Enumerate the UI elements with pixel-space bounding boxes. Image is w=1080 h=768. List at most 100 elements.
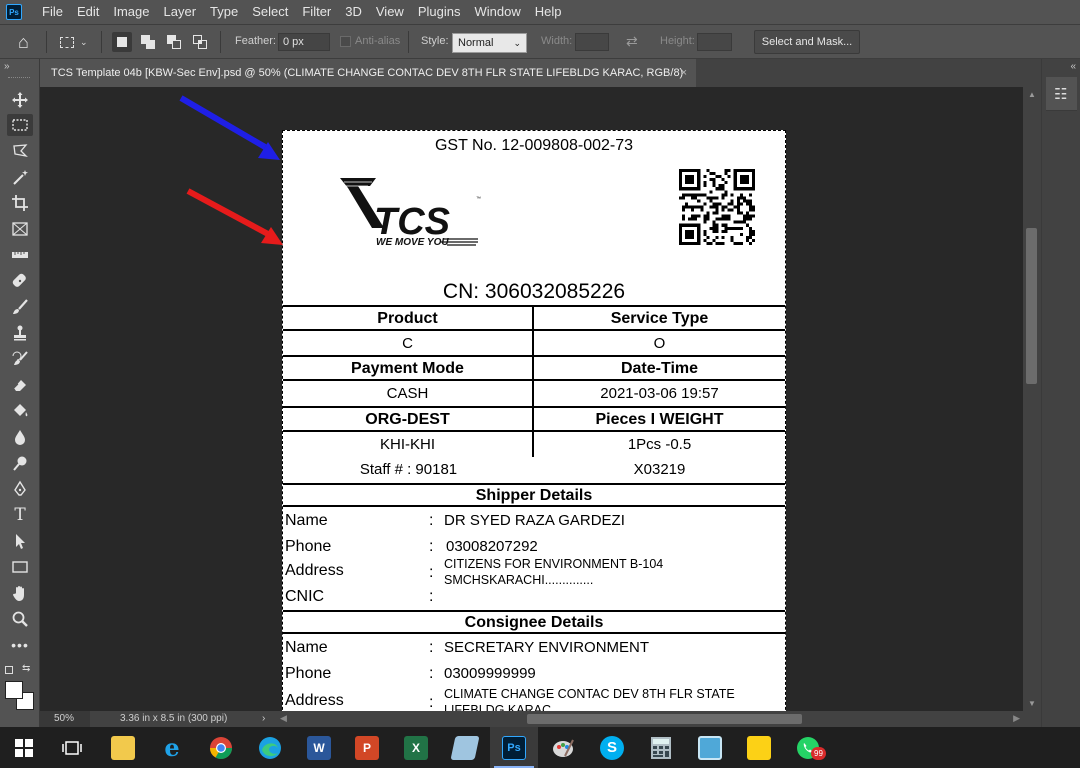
taskbar-file-explorer[interactable] [99,727,147,768]
menu-image[interactable]: Image [106,0,156,24]
horizontal-scroll-thumb[interactable] [527,714,802,724]
magic-wand-tool-icon[interactable] [7,166,33,188]
select-and-mask-button[interactable]: Select and Mask... [754,30,860,54]
file-explorer-icon [111,735,135,760]
lasso-tool-icon[interactable] [7,140,33,162]
tool-preset-picker[interactable]: ⌄ [60,33,94,51]
height-input[interactable] [697,33,732,51]
consignee-details-header: Consignee Details [283,610,785,634]
product-value: C [283,331,534,356]
frame-tool-icon[interactable] [7,218,33,240]
options-bar: ⌂ ⌄ Feather: 0 px Anti-alias Style: Norm… [0,24,1080,59]
start-button[interactable] [0,727,48,768]
payment-mode-header: Payment Mode [283,357,534,379]
taskbar-skype[interactable]: S [588,727,636,768]
taskbar-sticky-notes[interactable] [735,727,783,768]
document-tab[interactable]: TCS Template 04b [KBW-Sec Env].psd @ 50%… [40,59,696,87]
more-tools-icon[interactable]: ••• [7,634,33,656]
taskbar-internet-explorer[interactable]: e [148,727,196,768]
antialias-checkbox[interactable] [340,36,351,47]
new-selection-button[interactable] [112,32,132,52]
style-select[interactable]: Normal ⌄ [452,33,527,53]
expand-panels-icon[interactable]: « [1070,61,1076,72]
intersect-selection-button[interactable] [190,32,210,52]
taskbar-word[interactable]: W [295,727,343,768]
svg-text:™: ™ [476,196,481,202]
menu-select[interactable]: Select [245,0,295,24]
route-code: X03219 [633,461,686,478]
add-to-selection-button[interactable] [138,32,158,52]
taskbar-chrome[interactable] [197,727,245,768]
menu-type[interactable]: Type [203,0,245,24]
taskbar-photoshop[interactable]: Ps [490,727,538,768]
healing-brush-tool-icon[interactable] [7,270,33,292]
receipt-document[interactable]: GST No. 12-009808-002-73 TCS WE MOVE YOU… [282,130,786,711]
swap-colors-icon[interactable]: ⇆ [22,663,30,674]
width-input[interactable] [575,33,609,51]
windows-logo-icon [15,738,33,757]
vertical-scrollbar[interactable]: ▲ ▼ [1023,87,1041,711]
subtract-from-selection-button[interactable] [164,32,184,52]
red-arrow [186,188,283,245]
vertical-scroll-thumb[interactable] [1026,228,1037,384]
scroll-right-icon[interactable]: ▶ [1013,713,1020,724]
panel-grip[interactable] [8,77,30,80]
menu-filter[interactable]: Filter [295,0,338,24]
menu-window[interactable]: Window [467,0,527,24]
paint-bucket-tool-icon[interactable] [7,400,33,422]
canvas-area[interactable]: GST No. 12-009808-002-73 TCS WE MOVE YOU… [40,87,1023,711]
style-label: Style: [421,35,449,47]
divider [220,31,221,53]
scroll-left-icon[interactable]: ◀ [280,713,287,724]
taskbar-snipping-tool[interactable] [441,727,489,768]
taskbar-whatsapp[interactable]: 99 [784,727,832,768]
path-selection-tool-icon[interactable] [7,530,33,552]
clone-stamp-tool-icon[interactable] [7,322,33,344]
menu-help[interactable]: Help [528,0,569,24]
task-view-button[interactable] [48,727,96,768]
rectangular-marquee-tool-icon[interactable] [7,114,33,136]
panel-button[interactable]: ☷ [1046,77,1077,111]
paint-icon [553,739,574,757]
eraser-tool-icon[interactable] [7,374,33,396]
pen-tool-icon[interactable] [7,478,33,500]
hand-tool-icon[interactable] [7,582,33,604]
zoom-tool-icon[interactable] [7,608,33,630]
menu-3d[interactable]: 3D [338,0,369,24]
history-brush-tool-icon[interactable] [7,348,33,370]
menu-file[interactable]: File [35,0,70,24]
taskbar-wordpad[interactable] [686,727,734,768]
collapse-panel-icon[interactable]: » [4,61,10,72]
zoom-level[interactable]: 50% [40,711,90,727]
scroll-down-icon[interactable]: ▼ [1028,699,1036,708]
status-menu-icon[interactable]: › [262,713,265,724]
home-icon[interactable]: ⌂ [18,33,38,51]
menu-layer[interactable]: Layer [157,0,204,24]
brush-tool-icon[interactable] [7,296,33,318]
scroll-up-icon[interactable]: ▲ [1028,90,1036,99]
menu-plugins[interactable]: Plugins [411,0,468,24]
swap-width-height-icon[interactable]: ⇄ [626,33,638,50]
shipper-details-header: Shipper Details [283,483,785,507]
foreground-color-swatch[interactable] [5,681,23,699]
blur-tool-icon[interactable] [7,426,33,448]
close-icon[interactable]: × [681,59,687,87]
taskbar-excel[interactable]: X [392,727,440,768]
taskbar-edge[interactable] [246,727,294,768]
ruler-tool-icon[interactable] [7,244,33,266]
dodge-tool-icon[interactable] [7,452,33,474]
word-icon: W [307,735,331,760]
type-tool-icon[interactable]: T [7,504,33,526]
horizontal-scrollbar[interactable]: ◀ ▶ [280,711,1020,727]
gst-number: GST No. 12-009808-002-73 [434,137,634,154]
taskbar-powerpoint[interactable]: P [343,727,391,768]
feather-input[interactable]: 0 px [278,33,330,51]
menu-view[interactable]: View [369,0,411,24]
default-colors-icon[interactable] [5,666,13,674]
rectangle-tool-icon[interactable] [7,556,33,578]
menu-edit[interactable]: Edit [70,0,106,24]
taskbar-paint[interactable] [539,727,587,768]
crop-tool-icon[interactable] [7,192,33,214]
taskbar-calculator[interactable] [637,727,685,768]
move-tool-icon[interactable] [7,89,33,111]
